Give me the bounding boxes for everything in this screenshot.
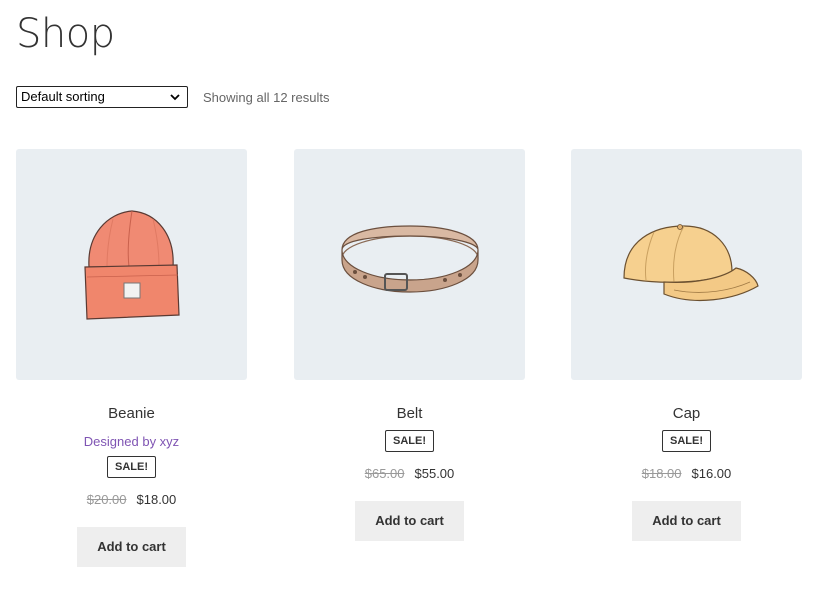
sale-price: $55.00 [414, 466, 455, 481]
product-price: $20.00 $18.00 [16, 492, 247, 508]
product-image-link[interactable] [16, 149, 247, 380]
shop-toolbar: Default sorting Showing all 12 results [16, 86, 329, 108]
designer-link[interactable]: Designed by xyz [16, 434, 247, 450]
page-title: Shop [16, 11, 115, 57]
regular-price: $18.00 [641, 466, 682, 481]
sale-badge: SALE! [662, 430, 711, 452]
product-price: $18.00 $16.00 [571, 466, 802, 482]
chevron-down-icon [170, 94, 180, 101]
product-title[interactable]: Beanie [16, 404, 247, 424]
sorting-selected-value: Default sorting [21, 89, 105, 104]
sorting-dropdown[interactable]: Default sorting [16, 86, 188, 108]
sale-badge: SALE! [385, 430, 434, 452]
cap-image [623, 223, 759, 301]
add-to-cart-button[interactable]: Add to cart [77, 527, 186, 567]
product-image-link[interactable] [294, 149, 525, 380]
sale-price: $18.00 [136, 492, 177, 507]
product-card-belt: Belt SALE! $65.00 $55.00 Add to cart [294, 149, 525, 541]
sale-badge: SALE! [107, 456, 156, 478]
product-image-link[interactable] [571, 149, 802, 380]
result-count: Showing all 12 results [203, 89, 330, 105]
product-title[interactable]: Belt [294, 404, 525, 424]
regular-price: $20.00 [86, 492, 127, 507]
beanie-image [83, 209, 180, 320]
add-to-cart-button[interactable]: Add to cart [632, 501, 741, 541]
product-card-cap: Cap SALE! $18.00 $16.00 Add to cart [571, 149, 802, 541]
belt-image [340, 224, 479, 293]
regular-price: $65.00 [364, 466, 405, 481]
product-card-beanie: Beanie Designed by xyz SALE! $20.00 $18.0… [16, 149, 247, 567]
add-to-cart-button[interactable]: Add to cart [355, 501, 464, 541]
product-price: $65.00 $55.00 [294, 466, 525, 482]
product-title[interactable]: Cap [571, 404, 802, 424]
sale-price: $16.00 [691, 466, 732, 481]
